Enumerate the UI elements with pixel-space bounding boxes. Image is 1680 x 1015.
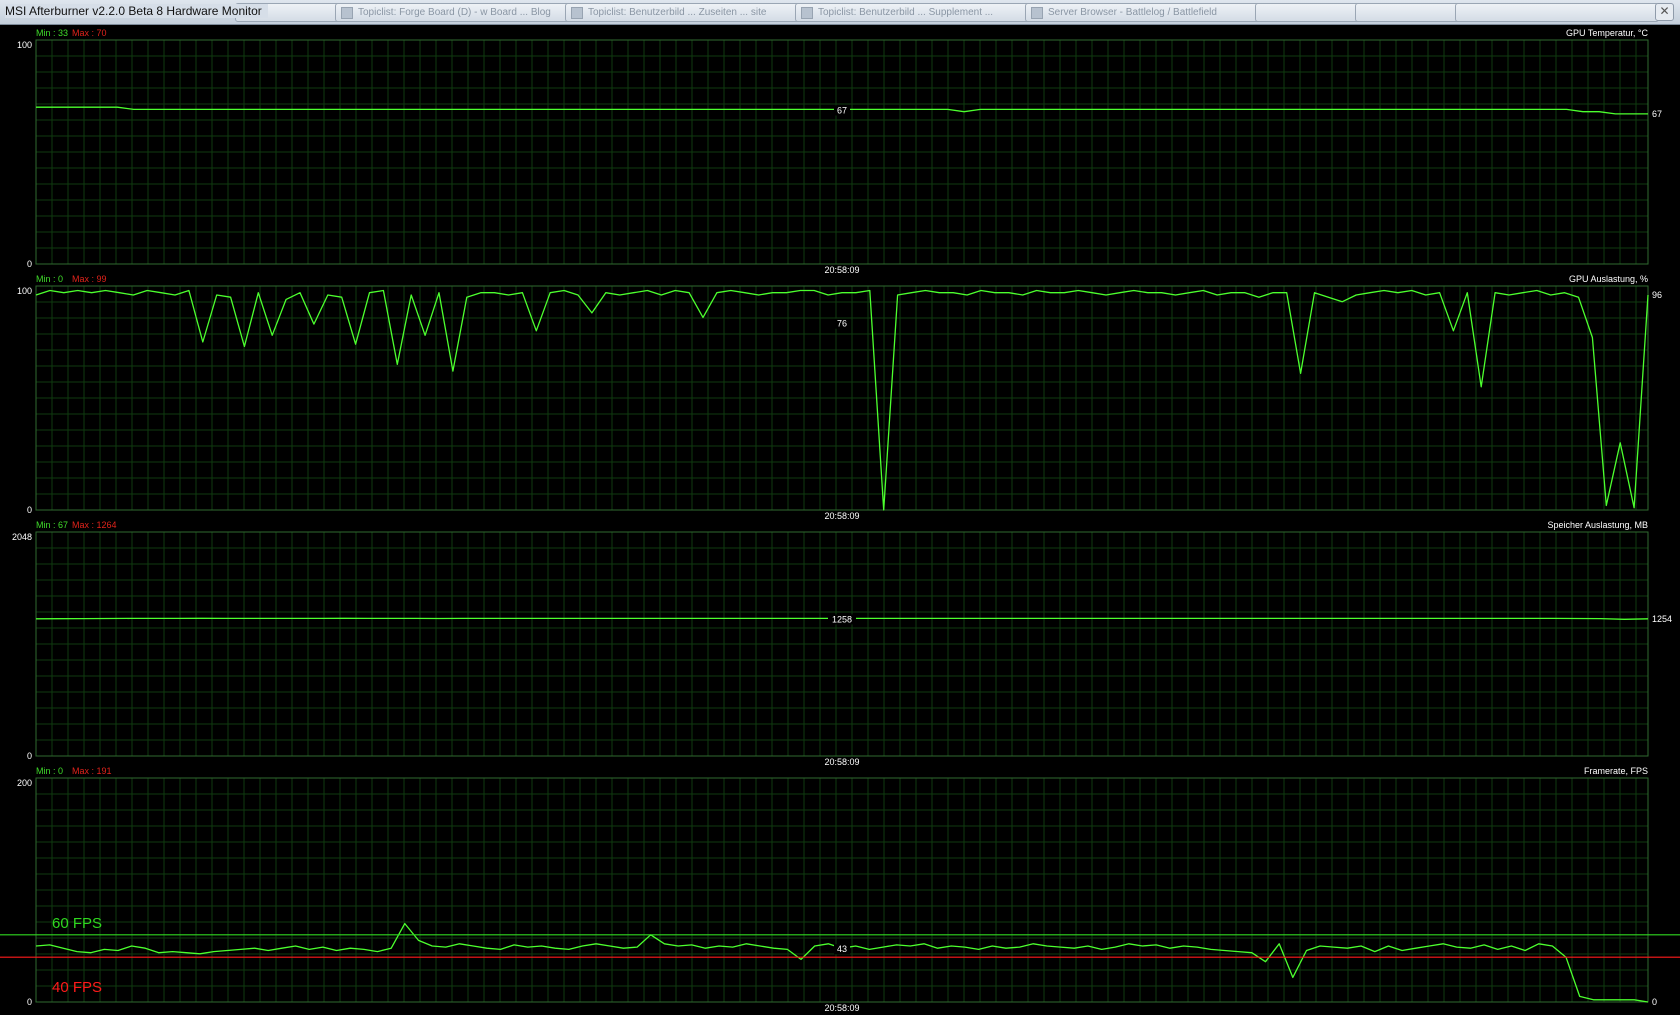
y-min-tick: 0 — [27, 259, 32, 269]
graph-framerate[interactable]: Min : 0 Max : 191 Framerate, FPS 200 0 20:58:… — [17, 766, 1657, 1013]
current-value-label: 1254 — [1652, 614, 1672, 624]
max-label: Max : 191 — [72, 766, 112, 776]
graph-title: GPU Temperatur, °C — [1566, 28, 1648, 38]
mid-value-label: 1258 — [832, 614, 852, 624]
page-favicon-icon — [1031, 7, 1043, 19]
background-window-tab — [1455, 3, 1659, 22]
graph-gpu-temperature[interactable]: Min : 33 Max : 70 GPU Temperatur, °C 100 0 20… — [17, 28, 1662, 275]
background-window-tab[interactable]: Topiclist: Benutzerbild ... Supplement .… — [795, 3, 1044, 22]
current-value-label: 0 — [1652, 997, 1657, 1007]
y-min-tick: 0 — [27, 997, 32, 1007]
y-max-tick: 2048 — [12, 532, 32, 542]
graph-title: Speicher Auslastung, MB — [1547, 520, 1648, 530]
y-min-tick: 0 — [27, 505, 32, 515]
background-window-tab[interactable]: Topiclist: Benutzerbild ... Zuseiten ...… — [565, 3, 814, 22]
y-max-tick: 100 — [17, 40, 32, 50]
current-value-label: 67 — [1652, 109, 1662, 119]
mid-value-label: 43 — [837, 944, 847, 954]
window-title: MSI Afterburner v2.2.0 Beta 8 Hardware M… — [5, 4, 268, 18]
fps-60-label: 60 FPS — [52, 915, 102, 932]
min-label: Min : 0 — [36, 766, 63, 776]
timestamp-label: 20:58:09 — [824, 757, 859, 767]
mid-value-label: 67 — [837, 105, 847, 115]
page-favicon-icon — [801, 7, 813, 19]
graph-gpu-load[interactable]: Min : 0 Max : 99 GPU Auslastung, % 100 0 20:5… — [17, 274, 1662, 521]
hardware-monitor-panel[interactable]: Min : 33 Max : 70 GPU Temperatur, °C 100 0 20… — [0, 25, 1680, 1015]
y-min-tick: 0 — [27, 751, 32, 761]
max-label: Max : 70 — [72, 28, 107, 38]
graph-title: Framerate, FPS — [1584, 766, 1648, 776]
grid — [35, 777, 1648, 1003]
max-label: Max : 1264 — [72, 520, 117, 530]
graph-title: GPU Auslastung, % — [1569, 274, 1648, 284]
page-favicon-icon — [571, 7, 583, 19]
background-window-tab[interactable]: Topiclist: Forge Board (D) - w Board ...… — [335, 3, 584, 22]
graph-memory-usage[interactable]: Min : 67 Max : 1264 Speicher Auslastung, M… — [12, 520, 1672, 767]
title-bar: Topiclist: Forge Board (D) - w Board ...… — [0, 0, 1680, 25]
y-max-tick: 200 — [17, 778, 32, 788]
min-label: Min : 0 — [36, 274, 63, 284]
grid — [35, 39, 1648, 265]
current-value-label: 96 — [1652, 290, 1662, 300]
timestamp-label: 20:58:09 — [824, 1003, 859, 1013]
page-favicon-icon — [341, 7, 353, 19]
close-icon[interactable]: ✕ — [1655, 3, 1674, 21]
fps-40-label: 40 FPS — [52, 979, 102, 996]
mid-value-label: 76 — [837, 319, 847, 329]
timestamp-label: 20:58:09 — [824, 511, 859, 521]
timestamp-label: 20:58:09 — [824, 265, 859, 275]
monitor-graphs: Min : 33 Max : 70 GPU Temperatur, °C 100 0 20… — [0, 28, 1680, 1013]
background-window-tab[interactable]: Server Browser - Battlelog / Battlefield — [1025, 3, 1274, 22]
min-label: Min : 33 — [36, 28, 68, 38]
max-label: Max : 99 — [72, 274, 107, 284]
min-label: Min : 67 — [36, 520, 68, 530]
y-max-tick: 100 — [17, 286, 32, 296]
grid — [35, 531, 1648, 757]
